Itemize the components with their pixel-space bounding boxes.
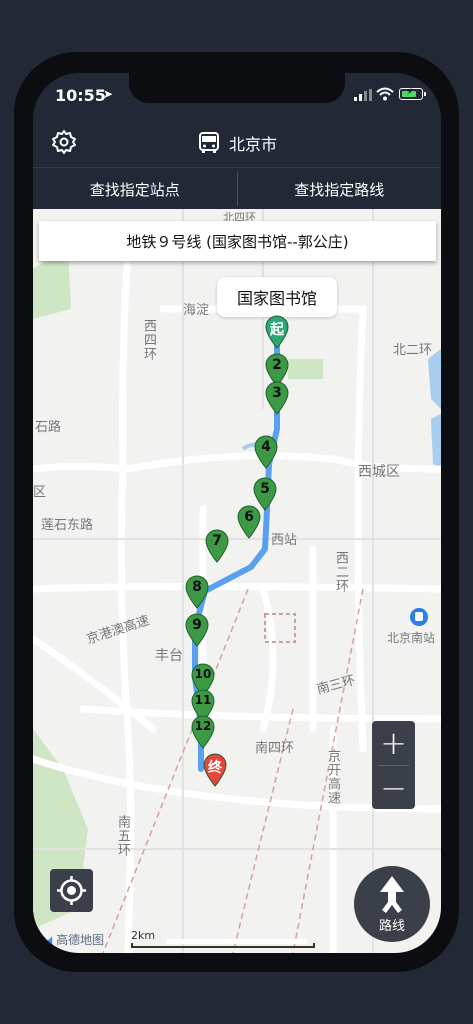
route-label-box: 地铁９号线 (国家图书馆--郭公庄) [39, 221, 436, 261]
selected-stop-callout: 国家图书馆 [217, 277, 337, 325]
stop-pin-label: 终 [208, 760, 222, 776]
header: 北京市 [33, 119, 441, 167]
bus-icon [198, 132, 219, 153]
start-stop-pin[interactable]: 起 [264, 315, 290, 349]
locate-me-button[interactable] [50, 869, 93, 912]
route-button-label: 路线 [378, 919, 405, 934]
map-label: 京开高速 [325, 749, 340, 805]
location-arrow-icon: ➤ [103, 87, 114, 101]
stop-pin-label: 5 [260, 481, 270, 497]
stop-pin-label: 7 [212, 533, 222, 549]
map-label: 莲石东路 [41, 518, 94, 533]
city-title: 北京市 [228, 135, 277, 154]
stop-pin-label: 3 [272, 385, 282, 401]
stop-pin[interactable]: 8 [184, 575, 210, 609]
amap-brand: 高德地图 [56, 933, 105, 947]
map-label: 海淀 [183, 303, 210, 318]
status-time: 10:55 [55, 86, 106, 105]
tab-bar: 查找指定站点 查找指定路线 [33, 167, 441, 210]
map-label: 西二环 [333, 551, 348, 593]
stop-pin[interactable]: 7 [204, 529, 230, 563]
map-label: 北京南站 [387, 631, 436, 645]
tab-find-route[interactable]: 查找指定路线 [238, 168, 442, 210]
stop-pin-label: 9 [192, 617, 202, 633]
map-background [33, 209, 441, 953]
notch [129, 73, 345, 103]
map-label: 丰台 [155, 648, 183, 664]
zoom-control: + − [372, 721, 415, 809]
stop-pin-label: 起 [270, 322, 284, 338]
map-label: 南五环 [115, 815, 130, 857]
map-view[interactable]: 海淀 北四环 北二环 西四环 石路 区 西城区 莲石东路 西站 西二环 京港澳高… [33, 209, 441, 953]
stop-pin-label: 4 [261, 439, 271, 455]
stop-pin[interactable]: 6 [236, 505, 262, 539]
stop-pin[interactable]: 4 [253, 435, 279, 469]
map-label: 北二环 [393, 343, 433, 358]
map-label: 西站 [271, 533, 298, 548]
scale-label: 2km [131, 929, 156, 942]
crosshair-icon [57, 876, 86, 905]
screen: 10:55 ➤ ⚡ 北京市 查找指定站点 查找指定路线 海淀 北四环 北二环 西… [33, 73, 441, 953]
map-label: 石路 [35, 420, 62, 435]
cellular-signal-icon [354, 89, 372, 101]
map-label: 西四环 [141, 319, 156, 361]
zoom-out-button[interactable]: − [372, 766, 415, 810]
zoom-in-button[interactable]: + [372, 721, 415, 765]
stop-pin-label: 6 [244, 509, 254, 525]
amap-logo: ◢ 高德地图 [43, 933, 105, 947]
route-button[interactable]: 路线 [354, 866, 430, 942]
tab-find-stop[interactable]: 查找指定站点 [33, 168, 237, 210]
stop-pin[interactable]: 3 [264, 381, 290, 415]
battery-icon: ⚡ [399, 87, 423, 100]
stop-pin-label: 11 [194, 693, 212, 707]
end-stop-pin[interactable]: 终 [202, 753, 228, 787]
stop-pin-label: 8 [192, 579, 202, 595]
map-label: 南四环 [255, 741, 295, 756]
stop-pin-label: 12 [194, 719, 212, 733]
stop-pin[interactable]: 12 [190, 715, 216, 749]
train-station-icon [410, 608, 428, 626]
stop-pin-label: 10 [194, 667, 212, 681]
map-label: 西城区 [358, 464, 400, 480]
map-label: 区 [33, 485, 47, 500]
wifi-icon [376, 87, 394, 101]
home-indicator [166, 939, 308, 944]
stop-pin-label: 2 [272, 357, 282, 373]
stop-pin[interactable]: 9 [184, 613, 210, 647]
